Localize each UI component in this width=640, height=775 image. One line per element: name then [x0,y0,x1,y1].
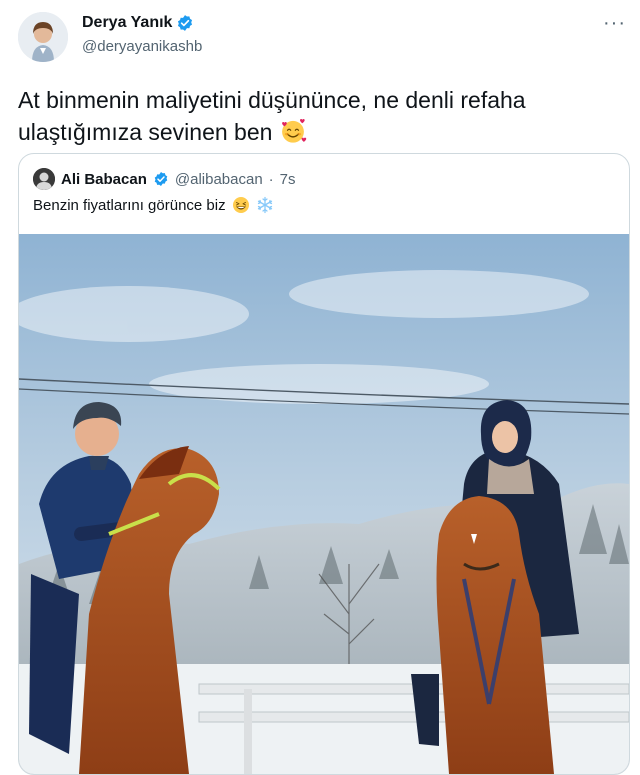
quoted-tweet-card[interactable]: Ali Babacan @alibabacan · 7s Benzin fiya… [18,153,630,775]
tweet-text-content: At binmenin maliyetini düşününce, ne den… [18,87,526,145]
snowflake-icon [257,196,272,214]
quoted-separator: · [268,170,274,188]
quoted-tweet-text: Benzin fiyatlarını görünce biz [33,196,274,214]
quoted-verified-badge-icon [154,172,168,186]
quoted-author-avatar[interactable] [33,168,55,190]
author-name[interactable]: Derya Yanık [82,14,172,32]
tweet-text: At binmenin maliyetini düşününce, ne den… [18,84,618,148]
quoted-tweet-text-content: Benzin fiyatlarını görünce biz [33,196,226,214]
quoted-tweet-photo[interactable] [19,234,629,774]
author-handle[interactable]: @deryayanikashb [82,38,202,55]
quoted-author-avatar-image [33,168,55,190]
author-name-row: Derya Yanık [82,14,194,32]
quoted-tweet-header: Ali Babacan @alibabacan · 7s [33,168,296,190]
quoted-timestamp[interactable]: 7s [280,171,296,188]
quoted-author-name[interactable]: Ali Babacan [61,171,147,188]
more-options-icon[interactable]: ··· [603,12,626,35]
author-avatar-image [18,12,68,62]
grinning-squinting-face-icon [232,197,249,213]
quoted-author-handle[interactable]: @alibabacan [175,171,263,188]
verified-badge-icon [178,15,193,31]
author-avatar[interactable] [18,12,68,62]
smiling-face-with-hearts-icon [281,118,307,143]
